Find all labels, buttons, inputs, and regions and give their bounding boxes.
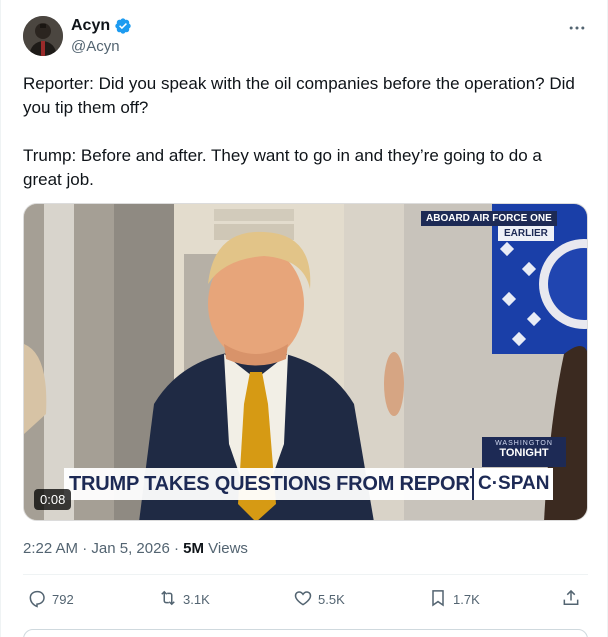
meta-separator: ·	[82, 540, 88, 557]
reply-box-edge[interactable]	[23, 629, 588, 637]
like-count: 5.5K	[318, 592, 345, 607]
verified-badge-icon	[114, 17, 132, 35]
network-logo: C·SPAN	[472, 468, 554, 500]
author-name-row: Acyn	[71, 17, 132, 35]
like-icon	[293, 588, 313, 611]
bookmark-icon	[428, 588, 448, 611]
like-button[interactable]: 5.5K	[293, 588, 345, 611]
meta-separator: ·	[173, 540, 179, 557]
views-count: 5M	[183, 540, 204, 557]
repost-count: 3.1K	[183, 592, 210, 607]
video-chyron: TRUMP TAKES QUESTIONS FROM REPORTERS	[64, 468, 528, 500]
video-tag-city: WASHINGTON	[495, 440, 553, 447]
repost-button[interactable]: 3.1K	[158, 588, 210, 611]
tweet-time[interactable]: 2:22 AM	[23, 540, 78, 557]
author-handle[interactable]: @Acyn	[71, 38, 120, 55]
reply-button[interactable]: 792	[27, 588, 74, 611]
tweet-meta: 2:22 AM · Jan 5, 2026 · 5M Views	[23, 540, 248, 557]
video-player[interactable]: ABOARD AIR FORCE ONE EARLIER WASHINGTON …	[23, 203, 588, 521]
views-label: Views	[208, 540, 248, 557]
share-button[interactable]	[561, 588, 581, 611]
video-tag-program: TONIGHT	[499, 447, 549, 459]
video-tag-earlier: EARLIER	[498, 226, 554, 241]
reply-count: 792	[52, 592, 74, 607]
tweet-text: Reporter: Did you speak with the oil com…	[23, 74, 575, 189]
divider	[23, 574, 588, 575]
tweet-card: Acyn @Acyn Reporter: Did you speak with …	[0, 0, 608, 637]
repost-icon	[158, 588, 178, 611]
more-icon[interactable]	[567, 18, 587, 38]
reply-icon	[27, 588, 47, 611]
display-name[interactable]: Acyn	[71, 17, 110, 35]
video-duration: 0:08	[34, 489, 72, 510]
video-tag-tonight: WASHINGTON TONIGHT	[482, 437, 566, 467]
tweet-date[interactable]: Jan 5, 2026	[91, 540, 169, 557]
bookmark-button[interactable]: 1.7K	[428, 588, 480, 611]
video-tag-location: ABOARD AIR FORCE ONE	[421, 211, 557, 226]
bookmark-count: 1.7K	[453, 592, 480, 607]
avatar[interactable]	[23, 16, 63, 56]
share-icon	[561, 588, 581, 611]
action-bar: 792 3.1K 5.5K 1.7K	[23, 588, 588, 610]
